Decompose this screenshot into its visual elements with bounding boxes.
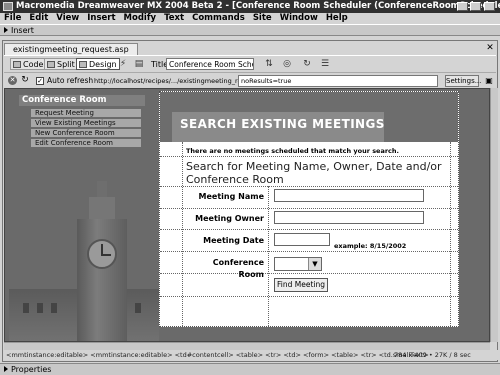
app-icon: [3, 2, 13, 11]
options-icon[interactable]: ▣: [484, 76, 494, 86]
search-heading: Search for Meeting Name, Owner, Date and…: [186, 160, 442, 186]
meeting-owner-input[interactable]: [274, 211, 424, 224]
insert-panel-label: Insert: [11, 26, 34, 35]
nav-item-new-conference-room[interactable]: New Conference Room: [31, 129, 141, 138]
split-label: Split: [57, 60, 75, 69]
clock-tower-image: [77, 219, 127, 341]
meeting-date-label: Meeting Date: [203, 236, 264, 245]
code-label: Code: [23, 60, 44, 69]
menu-text[interactable]: Text: [160, 13, 188, 24]
page-title-icon: ▤: [134, 59, 144, 69]
menu-file[interactable]: File: [0, 13, 25, 24]
properties-panel-bar[interactable]: Properties: [0, 363, 500, 375]
status-bar: <mmtinstance:editable> <mmtinstance:edit…: [4, 350, 498, 360]
conference-room-label: Conference Room: [212, 258, 264, 279]
insert-panel-bar[interactable]: Insert: [0, 24, 500, 36]
stop-icon[interactable]: ✕: [8, 76, 17, 85]
horizontal-scrollbar[interactable]: [4, 342, 490, 350]
nav-item-request-meeting[interactable]: Request Meeting: [31, 109, 141, 118]
design-view-button[interactable]: Design: [76, 58, 120, 70]
auto-refresh-label: Auto refresh: [47, 76, 94, 85]
page-title: SEARCH EXISTING MEETINGS: [180, 117, 385, 131]
window-size-info: 784 x 409 • 27K / 8 sec: [394, 351, 471, 359]
settings-button[interactable]: Settings...: [445, 75, 481, 87]
menu-help[interactable]: Help: [322, 13, 352, 24]
meeting-name-label: Meeting Name: [198, 192, 264, 201]
auto-refresh-checkbox[interactable]: ✓: [36, 77, 44, 85]
code-icon: [13, 61, 21, 68]
minimize-button[interactable]: [457, 2, 468, 11]
expand-arrow-icon: [4, 27, 8, 33]
search-form-panel: SEARCH EXISTING MEETINGS There are no me…: [159, 91, 459, 328]
split-view-button[interactable]: Split: [44, 58, 78, 70]
clock-hand: [101, 254, 111, 256]
menu-window[interactable]: Window: [276, 13, 322, 24]
live-data-bar: ✕ ↻ ✓ Auto refresh http://localhost/reci…: [4, 72, 496, 87]
design-canvas[interactable]: Conference Room Request Meeting View Exi…: [4, 88, 490, 342]
document-tab[interactable]: existingmeeting_request.asp: [4, 43, 138, 55]
close-window-button[interactable]: [484, 2, 495, 11]
document-toolbar: Code Split Design ⚡ ▤ Title: ⇅ ◎ ↻ ☰: [4, 55, 496, 70]
date-example-hint: example: 8/15/2002: [334, 242, 407, 250]
nav-item-edit-conference-room[interactable]: Edit Conference Room: [31, 139, 141, 148]
expand-arrow-icon: [4, 366, 8, 372]
close-icon[interactable]: ✕: [485, 43, 495, 53]
design-icon: [79, 61, 87, 68]
code-view-button[interactable]: Code: [10, 58, 47, 70]
meeting-date-input[interactable]: [274, 233, 330, 246]
find-meeting-button[interactable]: Find Meeting: [274, 278, 328, 292]
preview-browser-icon[interactable]: ◎: [280, 59, 294, 69]
split-icon: [47, 61, 55, 68]
chevron-down-icon[interactable]: ▼: [308, 258, 321, 270]
url-params-input[interactable]: noResults=true: [238, 75, 438, 87]
view-options-icon[interactable]: ☰: [318, 59, 332, 69]
menu-commands[interactable]: Commands: [188, 13, 249, 24]
properties-panel-label: Properties: [11, 365, 52, 374]
menu-view[interactable]: View: [52, 13, 83, 24]
design-label: Design: [89, 60, 117, 69]
menu-modify[interactable]: Modify: [120, 13, 161, 24]
file-management-icon[interactable]: ⇅: [262, 59, 276, 69]
menu-edit[interactable]: Edit: [25, 13, 52, 24]
no-meetings-message: There are no meetings scheduled that mat…: [186, 147, 400, 155]
menu-bar: File Edit View Insert Modify Text Commands Site…: [0, 13, 500, 24]
nav-item-view-existing-meetings[interactable]: View Existing Meetings: [31, 119, 141, 128]
meeting-name-input[interactable]: [274, 189, 424, 202]
refresh-icon[interactable]: ↻: [20, 75, 30, 85]
page-title-input[interactable]: [166, 58, 254, 70]
menu-site[interactable]: Site: [249, 13, 276, 24]
live-data-icon[interactable]: ⚡: [116, 59, 130, 69]
tag-selector[interactable]: <mmtinstance:editable> <mmtinstance:edit…: [6, 350, 429, 360]
nav-header: Conference Room: [19, 95, 145, 106]
window-title: Macromedia Dreamweaver MX 2004 Beta 2 - …: [0, 0, 500, 13]
maximize-button[interactable]: [470, 2, 481, 11]
meeting-owner-label: Meeting Owner: [195, 214, 264, 223]
refresh-design-icon[interactable]: ↻: [300, 59, 314, 69]
vertical-scrollbar[interactable]: [490, 88, 498, 342]
tower-top-image: [89, 197, 115, 221]
menu-insert[interactable]: Insert: [83, 13, 119, 24]
